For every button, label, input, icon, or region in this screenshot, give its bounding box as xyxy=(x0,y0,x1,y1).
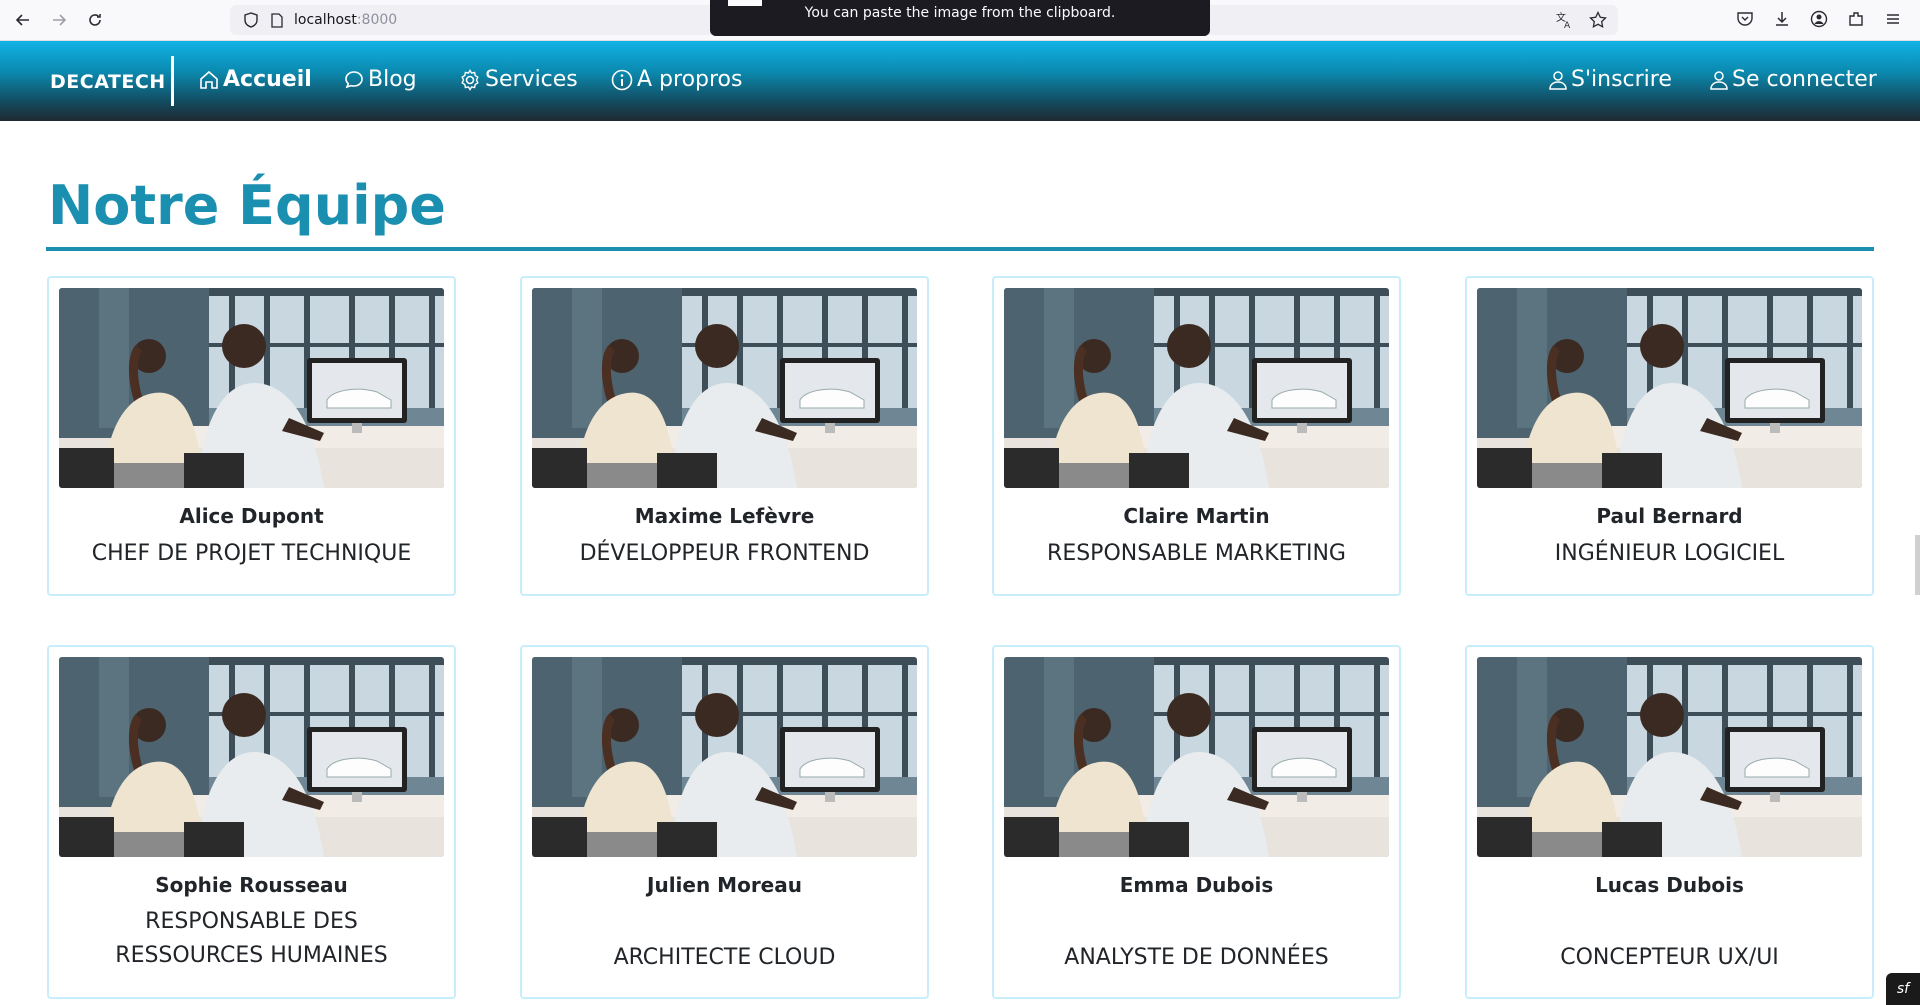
login-label: Se connecter xyxy=(1732,67,1877,92)
team-card: Lucas Dubois CONCEPTEUR UX/UI xyxy=(1465,645,1874,999)
team-member-name: Maxime Lefèvre xyxy=(634,504,815,528)
nav-link-accueil[interactable]: Accueil xyxy=(198,67,312,92)
paste-tooltip-text: You can paste the image from the clipboa… xyxy=(804,5,1116,21)
page-title: Notre Équipe xyxy=(48,174,446,237)
signup-link[interactable]: S'inscrire xyxy=(1548,67,1672,92)
url-host: localhost xyxy=(294,12,357,28)
nav-link-apropos[interactable]: A propros xyxy=(610,67,742,92)
team-member-role: INGÉNIEUR LOGICIEL xyxy=(1554,541,1785,566)
team-card: Alice Dupont CHEF DE PROJET TECHNIQUE xyxy=(47,276,456,596)
shield-icon[interactable] xyxy=(242,11,260,29)
team-card: Claire Martin RESPONSABLE MARKETING xyxy=(992,276,1401,596)
brand-logo[interactable]: DECATECH xyxy=(50,71,166,93)
team-member-role: RESPONSABLE DES RESSOURCES HUMAINES xyxy=(115,909,388,968)
team-card: Paul Bernard INGÉNIEUR LOGICIEL xyxy=(1465,276,1874,596)
pocket-icon[interactable] xyxy=(1734,8,1756,30)
brand-divider xyxy=(171,56,174,106)
login-link[interactable]: Se connecter xyxy=(1709,67,1877,92)
signup-label: S'inscrire xyxy=(1571,67,1672,92)
team-photo xyxy=(532,657,917,857)
download-icon[interactable] xyxy=(1771,8,1793,30)
team-member-name: Emma Dubois xyxy=(1119,873,1274,897)
home-icon xyxy=(200,70,218,89)
team-member-name: Sophie Rousseau xyxy=(155,873,348,897)
back-icon[interactable] xyxy=(8,5,38,35)
team-member-name: Alice Dupont xyxy=(179,504,324,528)
team-member-role: DÉVELOPPEUR FRONTEND xyxy=(579,541,870,566)
nav-label-blog: Blog xyxy=(368,67,417,92)
team-card: Emma Dubois ANALYSTE DE DONNÉES xyxy=(992,645,1401,999)
team-member-role: ARCHITECTE CLOUD xyxy=(613,945,836,970)
site-navbar: DECATECH Accueil Blog Services A propros… xyxy=(0,41,1920,121)
team-member-name: Claire Martin xyxy=(1123,504,1270,528)
team-member-role: CONCEPTEUR UX/UI xyxy=(1560,945,1779,970)
symfony-toolbar-badge[interactable]: sf xyxy=(1886,973,1920,1005)
gear-icon xyxy=(461,68,479,91)
menu-icon[interactable] xyxy=(1882,8,1904,30)
nav-label-accueil: Accueil xyxy=(223,67,312,92)
translate-icon[interactable]: 文A xyxy=(1554,10,1574,30)
team-card: Julien Moreau ARCHITECTE CLOUD xyxy=(520,645,929,999)
chat-bubble-icon xyxy=(345,70,363,88)
team-card: Sophie Rousseau RESPONSABLE DES RESSOURCE… xyxy=(47,645,456,999)
info-icon xyxy=(611,69,633,90)
team-member-role: ANALYSTE DE DONNÉES xyxy=(1064,945,1329,970)
url-port: :8000 xyxy=(356,12,398,28)
team-member-name: Lucas Dubois xyxy=(1595,873,1744,897)
user-icon xyxy=(1710,70,1728,90)
extensions-icon[interactable] xyxy=(1845,8,1867,30)
team-photo xyxy=(1477,657,1862,857)
paste-tooltip: You can paste the image from the clipboa… xyxy=(710,0,1210,36)
nav-label-apropos: A propros xyxy=(637,67,743,92)
team-member-role: RESPONSABLE MARKETING xyxy=(1047,541,1346,566)
page-icon[interactable] xyxy=(268,11,286,29)
team-photo xyxy=(1004,657,1389,857)
account-icon[interactable] xyxy=(1808,8,1830,30)
tooltip-chip xyxy=(728,0,762,6)
nav-link-services[interactable]: Services xyxy=(458,67,578,92)
team-member-name: Julien Moreau xyxy=(647,873,802,897)
browser-toolbar: localhost:8000 文A You can paste the imag… xyxy=(0,0,1920,41)
team-photo xyxy=(532,288,917,488)
team-card: Maxime Lefèvre DÉVELOPPEUR FRONTEND xyxy=(520,276,929,596)
nav-link-blog[interactable]: Blog xyxy=(343,67,417,92)
user-icon xyxy=(1549,70,1567,90)
bookmark-star-icon[interactable] xyxy=(1588,10,1608,30)
team-member-name: Paul Bernard xyxy=(1596,504,1743,528)
team-photo xyxy=(59,657,444,857)
svg-text:A: A xyxy=(1564,21,1571,29)
team-member-role: CHEF DE PROJET TECHNIQUE xyxy=(91,541,412,566)
title-underline xyxy=(46,247,1874,251)
forward-icon[interactable] xyxy=(44,5,74,35)
team-photo xyxy=(59,288,444,488)
team-photo xyxy=(1004,288,1389,488)
team-photo xyxy=(1477,288,1862,488)
scrollbar-thumb[interactable] xyxy=(1915,535,1920,595)
nav-label-services: Services xyxy=(485,67,578,92)
reload-icon[interactable] xyxy=(80,5,110,35)
